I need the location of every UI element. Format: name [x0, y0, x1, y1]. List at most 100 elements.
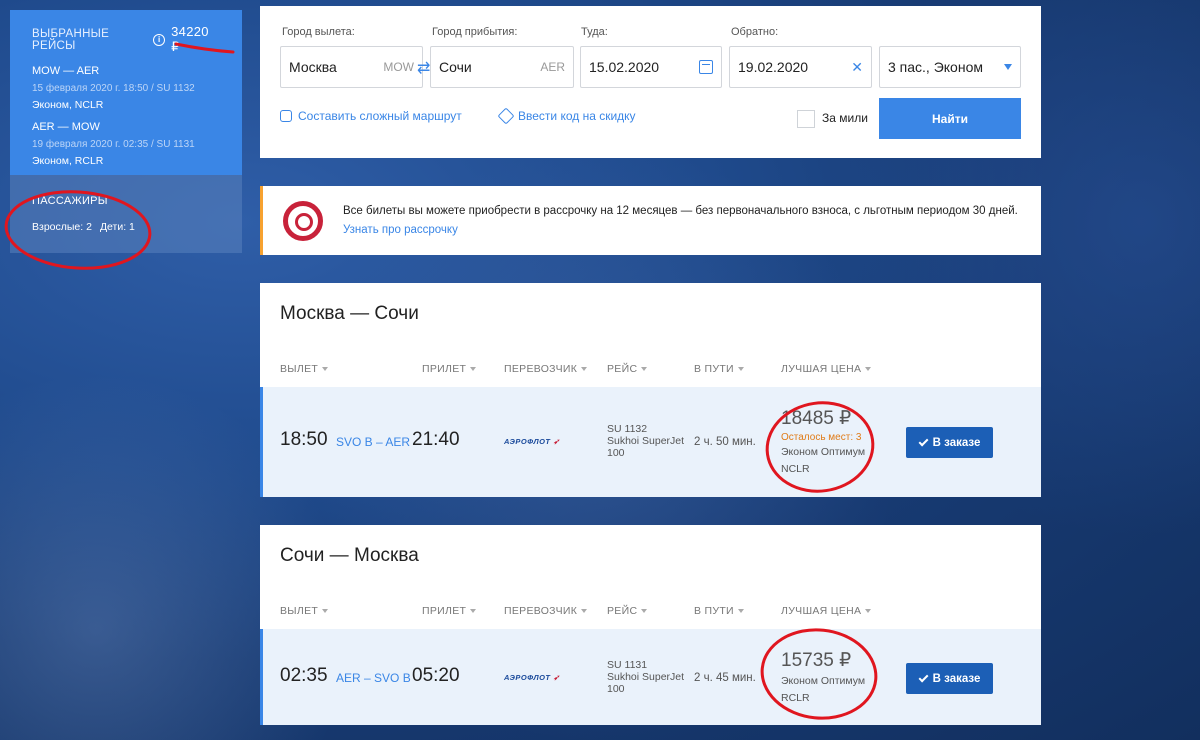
sort-carrier[interactable]: ПЕРЕВОЗЧИК [504, 363, 587, 375]
sort-duration[interactable]: В ПУТИ [694, 605, 744, 617]
leg-route: MOW — AER [32, 65, 100, 77]
return-date-input[interactable]: 19.02.2020 ✕ [729, 46, 872, 88]
selected-leg-inbound[interactable]: AER — MOW 19 февраля 2020 г. 02:35 / SU … [32, 121, 220, 167]
column-headers: ВЫЛЕТ ПРИЛЕТ ПЕРЕВОЗЧИК РЕЙС В ПУТИ ЛУЧШ… [260, 605, 1041, 619]
arrive-time: 21:40 [412, 429, 460, 450]
passengers-title: ПАССАЖИРЫ [32, 195, 108, 207]
promo-code-link[interactable]: Ввести код на скидку [497, 107, 636, 125]
fare-name: Эконом Оптимум [781, 675, 866, 687]
inbound-title: Сочи — Москва [280, 545, 419, 566]
complex-route-link[interactable]: Составить сложный маршрут [280, 109, 462, 123]
price: 18485 ₽ [781, 408, 852, 429]
sort-flight[interactable]: РЕЙС [607, 605, 647, 617]
flight-info: SU 1131 Sukhoi SuperJet 100 [607, 659, 687, 695]
in-order-label: В заказе [932, 672, 981, 685]
passengers-select[interactable]: 3 пас., Эконом [879, 46, 1021, 88]
arrive-time: 05:20 [412, 665, 460, 686]
to-city-value: Сочи [439, 59, 472, 75]
selected-flights-header: ВЫБРАННЫЕ РЕЙСЫ i 34220 ₽ [32, 24, 220, 55]
selected-flights-panel: ВЫБРАННЫЕ РЕЙСЫ i 34220 ₽ MOW — AER 15 ф… [10, 10, 242, 175]
selected-leg-outbound[interactable]: MOW — AER 15 февраля 2020 г. 18:50 / SU … [32, 65, 220, 111]
fare-code: RCLR [781, 692, 810, 704]
selected-flights-title: ВЫБРАННЫЕ РЕЙСЫ [32, 27, 110, 52]
calendar-icon[interactable] [699, 60, 713, 74]
airline-logo: АЭРОФЛОТ ➶ [504, 437, 560, 446]
installment-text: Все билеты вы можете приобрести в рассро… [343, 202, 1023, 240]
from-city-input[interactable]: Москва MOW [280, 46, 423, 88]
depart-label: Туда: [581, 26, 608, 38]
sort-arrive[interactable]: ПРИЛЕТ [422, 363, 476, 375]
seats-left: Осталось мест: 3 [781, 432, 862, 443]
sort-flight[interactable]: РЕЙС [607, 363, 647, 375]
flight-number: SU 1131 [607, 659, 648, 671]
aircraft: Sukhoi SuperJet 100 [607, 435, 685, 459]
info-icon[interactable]: i [153, 33, 166, 46]
from-city-value: Москва [289, 59, 337, 75]
leg-date: 15 февраля 2020 г. 18:50 / SU 1132 [32, 83, 195, 94]
depart-time: 02:35 [280, 665, 328, 686]
sort-depart[interactable]: ВЫЛЕТ [280, 605, 328, 617]
clear-icon[interactable]: ✕ [851, 59, 863, 76]
price-block: 18485 ₽ Осталось мест: 3 Эконом Оптимум … [781, 407, 865, 475]
column-headers: ВЫЛЕТ ПРИЛЕТ ПЕРЕВОЗЧИК РЕЙС В ПУТИ ЛУЧШ… [260, 363, 1041, 377]
leg-fare: Эконом, RCLR [32, 155, 104, 167]
find-button[interactable]: Найти [879, 98, 1021, 139]
tag-icon [497, 107, 515, 125]
in-order-button[interactable]: В заказе [906, 663, 993, 694]
sort-duration[interactable]: В ПУТИ [694, 363, 744, 375]
airports: SVO B – AER [336, 435, 411, 449]
swap-cities-icon[interactable]: ⇄ [417, 58, 430, 78]
depart-time: 18:50 [280, 429, 328, 450]
to-label: Город прибытия: [432, 26, 518, 38]
complex-route-label: Составить сложный маршрут [298, 109, 462, 123]
selected-flights-sidebar: ВЫБРАННЫЕ РЕЙСЫ i 34220 ₽ MOW — AER 15 ф… [10, 10, 242, 253]
aircraft: Sukhoi SuperJet 100 [607, 671, 685, 695]
sort-price[interactable]: ЛУЧШАЯ ЦЕНА [781, 605, 871, 617]
in-order-button[interactable]: В заказе [906, 427, 993, 458]
sort-price[interactable]: ЛУЧШАЯ ЦЕНА [781, 363, 871, 375]
outbound-flights-card: Москва — Сочи ВЫЛЕТ ПРИЛЕТ ПЕРЕВОЗЧИК РЕ… [260, 283, 1041, 497]
return-label: Обратно: [731, 26, 779, 38]
price-block: 15735 ₽ Эконом Оптимум RCLR [781, 649, 865, 704]
chevron-down-icon [1004, 64, 1012, 70]
airline-name: АЭРОФЛОТ [504, 673, 551, 682]
children-count: Дети: 1 [99, 221, 135, 233]
to-city-code: AER [540, 60, 565, 74]
depart-date-input[interactable]: 15.02.2020 [580, 46, 722, 88]
check-icon [918, 672, 929, 682]
passengers-select-value: 3 пас., Эконом [888, 59, 983, 75]
return-date-value: 19.02.2020 [738, 59, 809, 75]
search-form: Город вылета: Город прибытия: Туда: Обра… [260, 6, 1041, 158]
from-label: Город вылета: [282, 26, 355, 38]
leg-date: 19 февраля 2020 г. 02:35 / SU 1131 [32, 139, 195, 150]
installment-banner: Все билеты вы можете приобрести в рассро… [260, 186, 1041, 255]
airline-name: АЭРОФЛОТ [504, 437, 551, 446]
passengers-panel: ПАССАЖИРЫ Взрослые: 2 Дети: 1 [10, 175, 242, 253]
in-order-label: В заказе [932, 436, 981, 449]
airline-logo: АЭРОФЛОТ ➶ [504, 673, 560, 682]
promo-code-label: Ввести код на скидку [518, 109, 636, 123]
outbound-title: Москва — Сочи [280, 303, 419, 324]
from-city-code: MOW [383, 60, 414, 74]
total-price-value: 34220 ₽ [171, 24, 209, 54]
passengers-count: Взрослые: 2 Дети: 1 [32, 221, 220, 233]
flight-info: SU 1132 Sukhoi SuperJet 100 [607, 423, 687, 459]
airports: AER – SVO B [336, 671, 411, 685]
leg-fare: Эконом, NCLR [32, 99, 104, 111]
route-icon [280, 110, 292, 122]
sort-carrier[interactable]: ПЕРЕВОЗЧИК [504, 605, 587, 617]
fare-name: Эконом Оптимум [781, 446, 866, 458]
sort-arrive[interactable]: ПРИЛЕТ [422, 605, 476, 617]
inbound-flights-card: Сочи — Москва ВЫЛЕТ ПРИЛЕТ ПЕРЕВОЗЧИК РЕ… [260, 525, 1041, 725]
miles-checkbox[interactable] [797, 110, 815, 128]
to-city-input[interactable]: Сочи AER [430, 46, 574, 88]
installment-link[interactable]: Узнать про рассрочку [343, 224, 458, 236]
adults-count: Взрослые: 2 [32, 221, 92, 233]
duration: 2 ч. 50 мин. [694, 436, 756, 448]
flight-number: SU 1132 [607, 423, 648, 435]
flight-row[interactable]: 02:35 AER – SVO B 05:20 АЭРОФЛОТ ➶ SU 11… [260, 629, 1041, 725]
price: 15735 ₽ [781, 650, 852, 671]
sort-depart[interactable]: ВЫЛЕТ [280, 363, 328, 375]
total-price: i 34220 ₽ [153, 24, 220, 55]
flight-row[interactable]: 18:50 SVO B – AER 21:40 АЭРОФЛОТ ➶ SU 11… [260, 387, 1041, 497]
